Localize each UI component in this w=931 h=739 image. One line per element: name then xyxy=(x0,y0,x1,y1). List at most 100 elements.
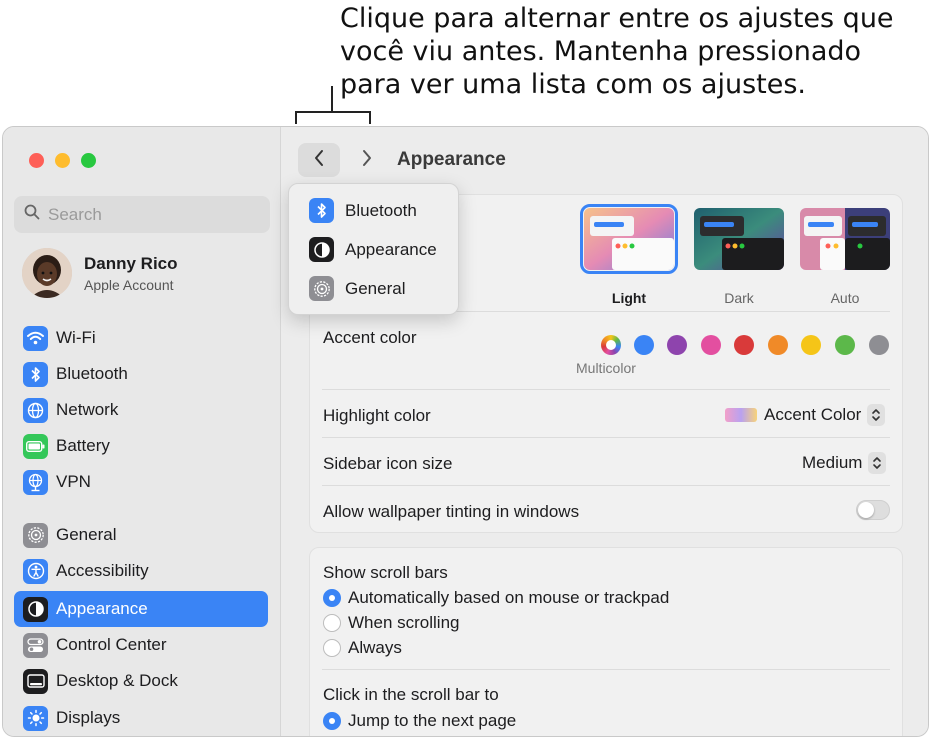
radio-when-scrolling[interactable]: When scrolling xyxy=(323,613,460,633)
sidebar-item-network[interactable]: Network xyxy=(14,392,268,428)
chevron-updown-icon xyxy=(867,404,886,426)
radio-button[interactable] xyxy=(323,712,341,730)
gear-icon xyxy=(23,522,48,548)
sidebar-item-label: General xyxy=(56,525,117,544)
scroll-bar-settings-group: Show scroll bars Automatically based on … xyxy=(309,547,903,736)
sidebar-item-label: Bluetooth xyxy=(56,364,128,383)
close-window-button[interactable] xyxy=(29,153,44,168)
sidebar-item-displays[interactable]: Displays xyxy=(14,700,268,736)
radio-button[interactable] xyxy=(323,589,341,607)
callout-line: você viu antes. Mantenha pressionado xyxy=(340,36,862,67)
sidebar-item-wifi[interactable]: Wi-Fi xyxy=(14,320,268,356)
bluetooth-icon xyxy=(23,361,48,387)
accent-swatch[interactable] xyxy=(734,335,754,355)
sidebar-item-label: Desktop & Dock xyxy=(56,671,178,690)
forward-button[interactable] xyxy=(354,143,380,177)
accent-swatch[interactable] xyxy=(801,335,821,355)
sun-icon xyxy=(23,705,48,731)
zoom-window-button[interactable] xyxy=(81,153,96,168)
settings-window: Danny Rico Apple Account Wi-Fi Bluetooth… xyxy=(2,126,929,737)
accent-swatch[interactable] xyxy=(768,335,788,355)
appearance-icon xyxy=(23,596,48,622)
radio-always[interactable]: Always xyxy=(323,638,402,658)
gear-icon xyxy=(309,276,334,301)
callout-bracket xyxy=(331,86,333,112)
sidebar-item-desktop-dock[interactable]: Desktop & Dock xyxy=(14,663,268,699)
theme-option-light[interactable]: Light xyxy=(580,204,678,306)
back-button[interactable] xyxy=(298,143,340,177)
search-field[interactable] xyxy=(14,196,270,233)
sidebar-item-label: Appearance xyxy=(56,599,148,618)
history-menu-item-appearance[interactable]: Appearance xyxy=(309,237,437,262)
sidebar-item-label: Battery xyxy=(56,436,110,455)
theme-option-auto[interactable]: Auto xyxy=(800,208,890,306)
accent-swatch[interactable] xyxy=(634,335,654,355)
sidebar: Danny Rico Apple Account Wi-Fi Bluetooth… xyxy=(3,127,281,736)
sidebar-item-label: Accessibility xyxy=(56,561,149,580)
sidebar-item-vpn[interactable]: VPN xyxy=(14,464,268,500)
callout-bracket xyxy=(295,111,297,124)
highlight-color-value: Accent Color xyxy=(764,405,862,424)
history-menu-label: General xyxy=(345,278,406,298)
accent-swatch[interactable] xyxy=(835,335,855,355)
click-scroll-bar-label: Click in the scroll bar to xyxy=(323,685,499,704)
radio-auto-scroll-bars[interactable]: Automatically based on mouse or trackpad xyxy=(323,588,669,608)
history-menu: Bluetooth Appearance General xyxy=(288,183,459,315)
accent-swatch-multicolor[interactable] xyxy=(601,335,621,355)
highlight-color-swatch xyxy=(725,408,757,422)
user-subtitle: Apple Account xyxy=(84,276,174,293)
account-row[interactable]: Danny Rico Apple Account xyxy=(22,248,178,298)
sidebar-item-general[interactable]: General xyxy=(14,517,268,553)
radio-jump-next-page[interactable]: Jump to the next page xyxy=(323,711,516,731)
theme-label: Light xyxy=(611,290,647,306)
dock-icon xyxy=(23,668,48,694)
highlight-color-label: Highlight color xyxy=(323,406,431,425)
chevron-updown-icon xyxy=(868,452,887,474)
divider xyxy=(322,485,890,486)
theme-thumbnail-dark xyxy=(694,208,784,270)
accent-swatch[interactable] xyxy=(869,335,889,355)
chevron-right-icon xyxy=(361,149,373,172)
globe-icon xyxy=(23,397,48,423)
accent-swatch[interactable] xyxy=(701,335,721,355)
appearance-icon xyxy=(309,237,334,262)
divider xyxy=(322,389,890,390)
sidebar-item-accessibility[interactable]: Accessibility xyxy=(14,553,268,589)
toggle-knob xyxy=(858,502,874,518)
callout-line: para ver uma lista com os ajustes. xyxy=(340,69,807,100)
radio-label: Always xyxy=(348,638,402,657)
radio-button[interactable] xyxy=(323,614,341,632)
accent-color-label: Accent color xyxy=(323,328,417,347)
wallpaper-tint-toggle[interactable] xyxy=(856,500,890,520)
highlight-color-popup[interactable]: Accent Color xyxy=(725,404,886,426)
accessibility-icon xyxy=(23,558,48,584)
sidebar-item-label: VPN xyxy=(56,472,91,491)
sidebar-icon-size-popup[interactable]: Medium xyxy=(802,452,887,474)
theme-thumbnail-auto xyxy=(800,208,890,270)
wifi-icon xyxy=(23,325,48,351)
history-menu-item-general[interactable]: General xyxy=(309,276,405,301)
accent-swatch[interactable] xyxy=(667,335,687,355)
radio-label: When scrolling xyxy=(348,613,460,632)
chevron-left-icon xyxy=(313,149,325,172)
theme-option-dark[interactable]: Dark xyxy=(694,208,784,306)
bluetooth-icon xyxy=(309,198,334,223)
theme-label: Dark xyxy=(724,290,754,306)
minimize-window-button[interactable] xyxy=(55,153,70,168)
divider xyxy=(322,669,890,670)
sidebar-item-bluetooth[interactable]: Bluetooth xyxy=(14,356,268,392)
radio-label: Automatically based on mouse or trackpad xyxy=(348,588,670,607)
sidebar-item-control-center[interactable]: Control Center xyxy=(14,627,268,663)
vpn-globe-icon xyxy=(23,469,48,495)
sidebar-item-label: Control Center xyxy=(56,635,167,654)
sidebar-icon-size-label: Sidebar icon size xyxy=(323,454,453,473)
sidebar-item-battery[interactable]: Battery xyxy=(14,428,268,464)
search-input[interactable] xyxy=(48,204,248,225)
sidebar-item-label: Wi-Fi xyxy=(56,328,96,347)
callout-line: Clique para alternar entre os ajustes qu… xyxy=(340,3,894,34)
radio-button[interactable] xyxy=(323,639,341,657)
sidebar-item-appearance[interactable]: Appearance xyxy=(14,591,268,627)
callout-bracket xyxy=(369,111,371,124)
history-menu-item-bluetooth[interactable]: Bluetooth xyxy=(309,198,417,223)
callout-text: Clique para alternar entre os ajustes qu… xyxy=(340,2,920,101)
